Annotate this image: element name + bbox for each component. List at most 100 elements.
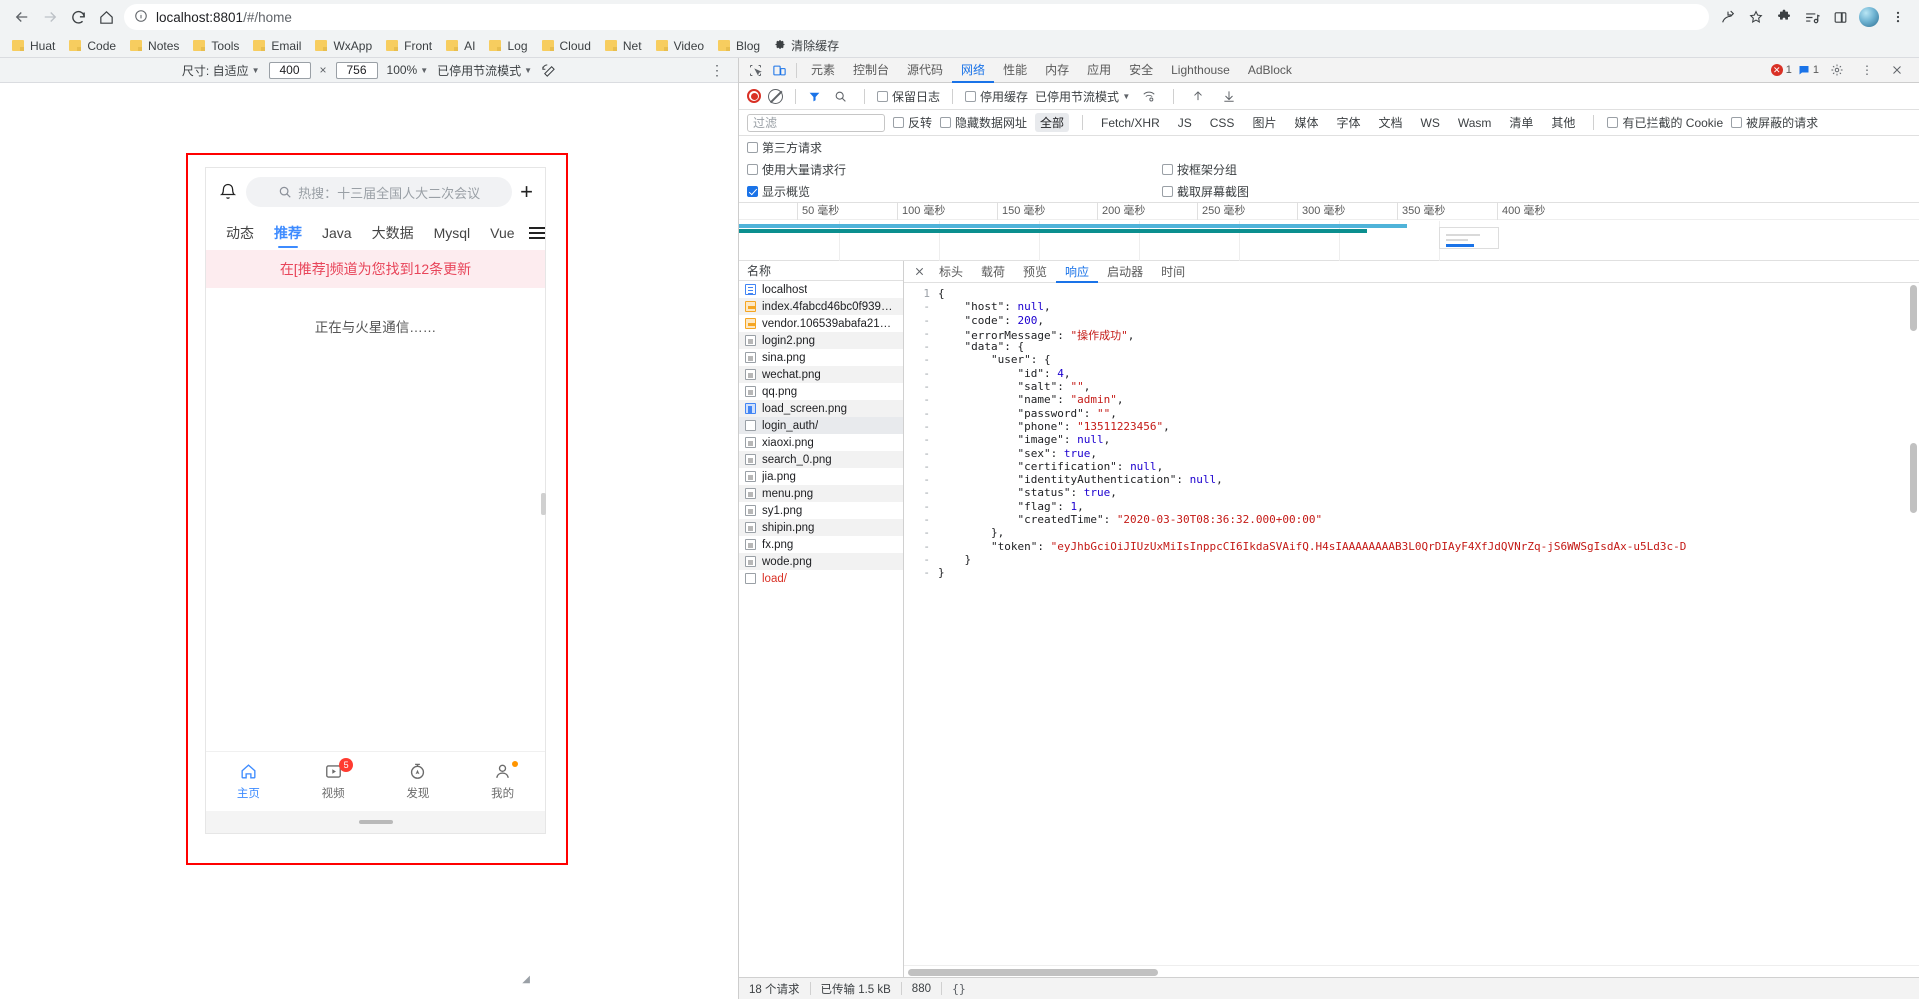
nav-item-discover[interactable]: 发现: [376, 752, 461, 811]
console-brackets-icon[interactable]: {}: [942, 982, 976, 996]
invert-checkbox[interactable]: 反转: [893, 114, 932, 131]
forward-arrow-icon[interactable]: [36, 3, 64, 31]
plus-icon[interactable]: +: [520, 181, 533, 203]
group-by-frame-checkbox[interactable]: 按框架分组: [1162, 161, 1237, 178]
bookmark-item[interactable]: AI: [440, 37, 481, 55]
bookmark-star-icon[interactable]: [1743, 4, 1769, 30]
table-row[interactable]: login2.png: [739, 332, 903, 349]
extensions-puzzle-icon[interactable]: [1771, 4, 1797, 30]
viewport-corner-resize-handle[interactable]: ◢: [522, 974, 530, 985]
detail-tab-preview[interactable]: 预览: [1014, 261, 1056, 283]
tab-elements[interactable]: 元素: [802, 58, 844, 83]
tab-vue[interactable]: Vue: [480, 225, 524, 241]
nav-item-video[interactable]: 5 视频: [291, 752, 376, 811]
page-info-icon[interactable]: [134, 9, 148, 26]
bookmark-item[interactable]: Cloud: [536, 37, 597, 55]
capture-screenshots-checkbox[interactable]: 截取屏幕截图: [1162, 183, 1249, 200]
resize-handle[interactable]: [359, 820, 393, 824]
disable-cache-checkbox[interactable]: 停用缓存: [965, 88, 1028, 105]
zoom-selector[interactable]: 100% ▼: [387, 63, 429, 77]
clear-network-icon[interactable]: [768, 89, 783, 104]
tab-mysql[interactable]: Mysql: [424, 225, 481, 241]
back-arrow-icon[interactable]: [8, 3, 36, 31]
tab-sources[interactable]: 源代码: [898, 58, 952, 83]
record-stop-icon[interactable]: [747, 89, 761, 103]
detail-tab-headers[interactable]: 标头: [930, 261, 972, 283]
close-x-icon[interactable]: [1885, 59, 1909, 81]
table-row[interactable]: jia.png: [739, 468, 903, 485]
table-row[interactable]: localhost: [739, 281, 903, 298]
bookmark-item[interactable]: Code: [63, 37, 122, 55]
device-size-selector[interactable]: 尺寸: 自适应 ▼: [182, 62, 260, 79]
show-overview-checkbox[interactable]: 显示概览: [747, 183, 1162, 200]
table-row[interactable]: xiaoxi.png: [739, 434, 903, 451]
inspect-element-icon[interactable]: [743, 59, 767, 81]
type-filter-doc[interactable]: 文档: [1373, 113, 1407, 132]
type-filter-css[interactable]: CSS: [1205, 115, 1240, 131]
three-dot-menu-icon[interactable]: [1885, 4, 1911, 30]
profile-avatar-icon[interactable]: [1859, 7, 1879, 27]
filter-input[interactable]: 过滤: [747, 114, 885, 132]
table-row-selected[interactable]: login_auth/: [739, 417, 903, 434]
type-filter-img[interactable]: 图片: [1247, 113, 1281, 132]
type-filter-font[interactable]: 字体: [1331, 113, 1365, 132]
home-icon[interactable]: [92, 3, 120, 31]
bookmark-item[interactable]: Log: [483, 37, 533, 55]
share-icon[interactable]: [1715, 4, 1741, 30]
device-height-input[interactable]: 756: [336, 62, 378, 79]
bookmark-item[interactable]: Huat: [6, 37, 61, 55]
tab-application[interactable]: 应用: [1078, 58, 1120, 83]
detail-tab-initiator[interactable]: 启动器: [1098, 261, 1152, 283]
network-overview-timeline[interactable]: 50 毫秒 100 毫秒 150 毫秒 200 毫秒 250 毫秒 300 毫秒…: [739, 203, 1919, 261]
table-row[interactable]: index.4fabcd46bc0f939c52a2....: [739, 298, 903, 315]
three-dot-menu-icon[interactable]: ⋮: [1855, 59, 1879, 81]
type-filter-other[interactable]: 其他: [1546, 113, 1580, 132]
three-dot-menu-icon[interactable]: ⋮: [710, 62, 724, 79]
rotate-device-icon[interactable]: [541, 63, 556, 78]
viewport-resize-bar[interactable]: [206, 811, 545, 833]
detail-tab-response[interactable]: 响应: [1056, 261, 1098, 283]
type-filter-js[interactable]: JS: [1173, 115, 1197, 131]
hamburger-menu-icon[interactable]: [529, 227, 545, 239]
filter-funnel-icon[interactable]: [808, 90, 821, 103]
bookmark-item[interactable]: Tools: [187, 37, 245, 55]
blocked-cookies-checkbox[interactable]: 有已拦截的 Cookie: [1607, 114, 1723, 131]
bookmark-clear-cache[interactable]: 清除缓存: [768, 35, 845, 56]
blocked-requests-checkbox[interactable]: 被屏蔽的请求: [1731, 114, 1818, 131]
response-body-viewer[interactable]: 1{- "host": null,- "code": 200,- "errorM…: [904, 283, 1919, 965]
table-row[interactable]: wechat.png: [739, 366, 903, 383]
tab-network[interactable]: 网络: [952, 58, 994, 83]
table-row[interactable]: search_0.png: [739, 451, 903, 468]
table-row[interactable]: shipin.png: [739, 519, 903, 536]
device-toolbar-icon[interactable]: [767, 59, 791, 81]
hide-data-urls-checkbox[interactable]: 隐藏数据网址: [940, 114, 1027, 131]
tab-performance[interactable]: 性能: [994, 58, 1036, 83]
detail-tab-timing[interactable]: 时间: [1152, 261, 1194, 283]
tab-dongtai[interactable]: 动态: [216, 223, 264, 243]
side-panel-icon[interactable]: [1827, 4, 1853, 30]
table-row[interactable]: load_screen.png: [739, 400, 903, 417]
request-column-header[interactable]: 名称: [739, 261, 903, 281]
type-filter-manifest[interactable]: 清单: [1504, 113, 1538, 132]
import-har-icon[interactable]: [1186, 85, 1210, 107]
bookmark-item[interactable]: Video: [650, 37, 710, 55]
table-row[interactable]: vendor.106539abafa21725da6...: [739, 315, 903, 332]
nav-item-home[interactable]: 主页: [206, 752, 291, 811]
big-rows-checkbox[interactable]: 使用大量请求行: [747, 161, 1162, 178]
tab-bigdata[interactable]: 大数据: [362, 223, 424, 243]
type-filter-fetch-xhr[interactable]: Fetch/XHR: [1096, 115, 1165, 131]
table-row[interactable]: load/: [739, 570, 903, 587]
response-vertical-scrollbar[interactable]: [1908, 283, 1919, 965]
table-row[interactable]: fx.png: [739, 536, 903, 553]
type-filter-media[interactable]: 媒体: [1289, 113, 1323, 132]
response-horizontal-scrollbar[interactable]: [904, 965, 1919, 977]
tab-memory[interactable]: 内存: [1036, 58, 1078, 83]
tab-tuijian[interactable]: 推荐: [264, 223, 312, 243]
device-width-input[interactable]: 400: [269, 62, 311, 79]
nav-item-mine[interactable]: 我的: [460, 752, 545, 811]
table-row[interactable]: sina.png: [739, 349, 903, 366]
throttling-selector[interactable]: 已停用节流模式 ▼: [437, 62, 532, 79]
viewport-side-resize-handle[interactable]: [541, 493, 546, 515]
throttling-dropdown[interactable]: 已停用节流模式 ▼: [1035, 88, 1130, 105]
preserve-log-checkbox[interactable]: 保留日志: [877, 88, 940, 105]
